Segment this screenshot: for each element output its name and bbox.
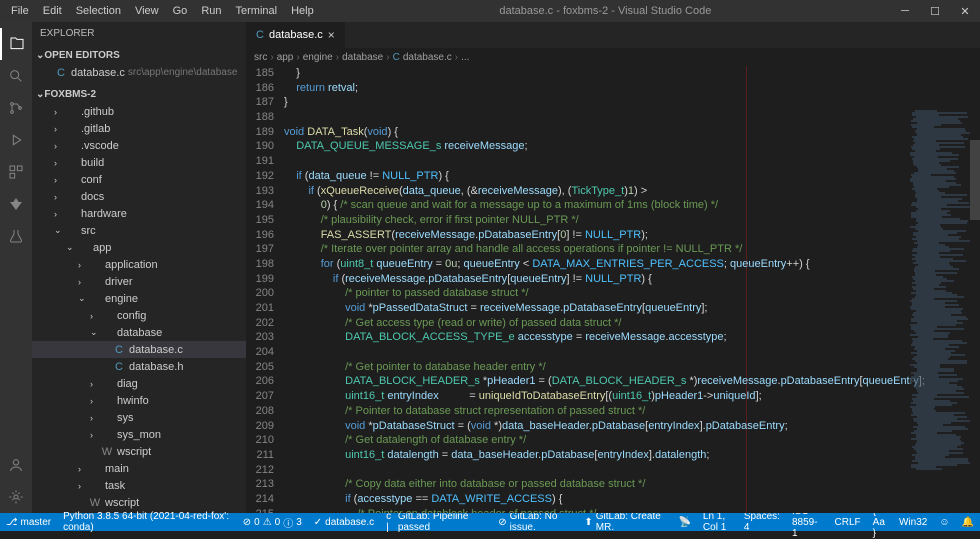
editor: C database.c × src›app›engine›database›C…	[246, 22, 980, 513]
menu-go[interactable]: Go	[166, 2, 195, 20]
c-file-icon: C	[54, 67, 68, 79]
menu-file[interactable]: File	[4, 2, 36, 20]
window-title: database.c - foxbms-2 - Visual Studio Co…	[321, 5, 890, 17]
c-file-icon: C	[256, 29, 264, 41]
status-createmr[interactable]: ⬆ GitLab: Create MR.	[578, 513, 672, 531]
sidebar: EXPLORER ⌄ OPEN EDITORS C database.c src…	[32, 22, 246, 513]
tree-wscript[interactable]: Wwscript	[32, 443, 246, 460]
account-icon[interactable]	[0, 449, 32, 481]
open-editors-header[interactable]: ⌄ OPEN EDITORS	[32, 46, 246, 64]
open-editor-item[interactable]: C database.c src\app\engine\database	[32, 64, 246, 81]
status-eol[interactable]: CRLF	[829, 513, 867, 531]
status-bell[interactable]: 🔔	[956, 513, 980, 531]
minimize-button[interactable]: ─	[890, 0, 920, 22]
tab-database-c[interactable]: C database.c ×	[246, 22, 346, 48]
status-radio[interactable]: 📡	[672, 513, 696, 531]
tree-database-h[interactable]: Cdatabase.h	[32, 358, 246, 375]
tree-diag[interactable]: ›diag	[32, 375, 246, 392]
status-noissue[interactable]: ⊘ GitLab: No issue.	[492, 513, 578, 531]
breadcrumb[interactable]: src›app›engine›database›C database.c›...	[246, 48, 980, 66]
tree-docs[interactable]: ›docs	[32, 188, 246, 205]
tree--github[interactable]: ›.github	[32, 103, 246, 120]
menu-selection[interactable]: Selection	[69, 2, 128, 20]
menu-terminal[interactable]: Terminal	[229, 2, 285, 20]
settings-icon[interactable]	[0, 481, 32, 513]
debug-icon[interactable]	[0, 124, 32, 156]
project-header[interactable]: ⌄ FOXBMS-2	[32, 85, 246, 103]
minimap[interactable]	[910, 110, 970, 513]
menu-edit[interactable]: Edit	[36, 2, 69, 20]
scroll-thumb[interactable]	[970, 140, 980, 220]
status-os[interactable]: Win32	[893, 513, 933, 531]
maximize-button[interactable]: ☐	[920, 0, 950, 22]
tree-wscript[interactable]: Wwscript	[32, 494, 246, 511]
activity-bar	[0, 22, 32, 513]
tree-src[interactable]: ⌄src	[32, 222, 246, 239]
tree-app[interactable]: ⌄app	[32, 239, 246, 256]
statusbar: ⎇ master Python 3.8.5 64-bit (2021-04-re…	[0, 513, 980, 531]
close-button[interactable]: ✕	[950, 0, 980, 22]
tree-config[interactable]: ›config	[32, 307, 246, 324]
status-pipeline[interactable]: c | GitLab: Pipeline passed	[380, 513, 492, 531]
tree-conf[interactable]: ›conf	[32, 171, 246, 188]
status-problems[interactable]: ⊘0 ⚠0 ⓘ3	[237, 513, 308, 531]
tree-engine[interactable]: ⌄engine	[32, 290, 246, 307]
menu-help[interactable]: Help	[284, 2, 321, 20]
explorer-title: EXPLORER	[32, 22, 246, 44]
gitlab-icon[interactable]	[0, 188, 32, 220]
tree-sys-mon[interactable]: ›sys_mon	[32, 426, 246, 443]
tree-hwinfo[interactable]: ›hwinfo	[32, 392, 246, 409]
menu-view[interactable]: View	[128, 2, 166, 20]
tree-main[interactable]: ›main	[32, 460, 246, 477]
tree--vscode[interactable]: ›.vscode	[32, 137, 246, 154]
test-icon[interactable]	[0, 220, 32, 252]
close-icon[interactable]: ×	[328, 28, 335, 42]
tree-build[interactable]: ›build	[32, 154, 246, 171]
tabs: C database.c ×	[246, 22, 980, 48]
status-file[interactable]: ✓ database.c	[308, 513, 380, 531]
tree-database[interactable]: ⌄database	[32, 324, 246, 341]
tree-sys[interactable]: ›sys	[32, 409, 246, 426]
menubar: FileEditSelectionViewGoRunTerminalHelp	[0, 2, 321, 20]
status-encoding[interactable]: ISO 8859-1	[786, 513, 829, 531]
status-python[interactable]: Python 3.8.5 64-bit (2021-04-red-fox': c…	[57, 513, 237, 531]
status-feedback[interactable]: ☺	[933, 513, 955, 531]
status-lang[interactable]: { Aa }	[867, 513, 893, 531]
tree-application[interactable]: ›application	[32, 256, 246, 273]
explorer-icon[interactable]	[0, 28, 32, 60]
extensions-icon[interactable]	[0, 156, 32, 188]
menu-run[interactable]: Run	[194, 2, 228, 20]
tree-database-c[interactable]: Cdatabase.c	[32, 341, 246, 358]
tree-task[interactable]: ›task	[32, 477, 246, 494]
line-numbers: 1851861871881891901911921931941951961971…	[246, 66, 284, 513]
scm-icon[interactable]	[0, 92, 32, 124]
tree-driver[interactable]: ›driver	[32, 273, 246, 290]
status-spaces[interactable]: Spaces: 4	[738, 513, 786, 531]
search-icon[interactable]	[0, 60, 32, 92]
scrollbar[interactable]	[970, 110, 980, 513]
status-position[interactable]: Ln 1, Col 1	[697, 513, 738, 531]
status-branch[interactable]: ⎇ master	[0, 513, 57, 531]
code-content[interactable]: } return retval;}void DATA_Task(void) { …	[284, 66, 980, 513]
tree--gitlab[interactable]: ›.gitlab	[32, 120, 246, 137]
tree-hardware[interactable]: ›hardware	[32, 205, 246, 222]
